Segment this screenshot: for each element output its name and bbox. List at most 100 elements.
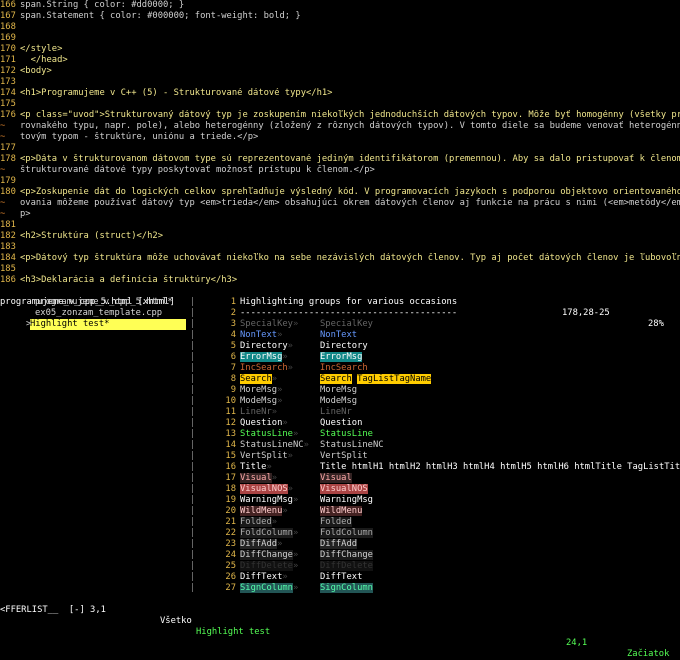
- highlight-group-row[interactable]: 7 IncSearch» IncSearch: [198, 363, 680, 374]
- highlight-sample-text: Search: [320, 374, 352, 384]
- code-line[interactable]: ~ rovnakého typu, napr. pole), alebo hete…: [0, 121, 680, 132]
- highlight-group-row[interactable]: 16 Title» Title htmlH1 htmlH2 htmlH3 htmlH…: [198, 462, 680, 473]
- line-text: rovnakého typu, napr. pole), alebo heter…: [20, 121, 680, 131]
- code-line[interactable]: 167 span.Statement { color: #000000; font…: [0, 11, 680, 22]
- split-bar-glyph: |: [190, 517, 196, 527]
- highlight-sample-text: DiffChange: [320, 550, 373, 560]
- code-line[interactable]: 168: [0, 22, 680, 33]
- highlight-group-name: FoldColumn»: [240, 528, 298, 539]
- code-line[interactable]: ~ štrukturované dátové typy poskytovať mo…: [0, 165, 680, 176]
- highlight-group-row[interactable]: 10 ModeMsg» ModeMsg: [198, 396, 680, 407]
- tab-marker-icon: »: [292, 319, 299, 329]
- highlight-group-row[interactable]: 17 Visual» Visual: [198, 473, 680, 484]
- line-number: 8: [230, 374, 236, 384]
- highlight-group-row[interactable]: 12 Question» Question: [198, 418, 680, 429]
- highlight-group-row[interactable]: 23 DiffAdd» DiffAdd: [198, 539, 680, 550]
- editor-bottom-pane[interactable]: programujeme_v_cpp_5.html* ex05_zonzam_te…: [0, 297, 680, 594]
- highlight-group-row[interactable]: 22 FoldColumn» FoldColumn: [198, 528, 680, 539]
- code-line[interactable]: 180 <p>Zoskupenie dát do logických celkov…: [0, 187, 680, 198]
- highlight-group-row[interactable]: 26 DiffText» DiffText: [198, 572, 680, 583]
- highlight-sample: NonText: [320, 330, 357, 341]
- buffer-list-item[interactable]: ex05_zonzam_template.cpp: [35, 308, 162, 319]
- split-bar-glyph: |: [190, 374, 196, 384]
- code-line[interactable]: 183: [0, 242, 680, 253]
- highlight-group-name: DiffDelete»: [240, 561, 298, 572]
- highlight-group-row[interactable]: 6 ErrorMsg» ErrorMsg: [198, 352, 680, 363]
- highlight-group-row[interactable]: 9 MoreMsg» MoreMsg: [198, 385, 680, 396]
- highlight-group-label: Search: [240, 374, 272, 384]
- line-text: span.Statement { color: #000000; font-we…: [20, 11, 301, 21]
- editor-top-pane[interactable]: 166 span.String { color: #dd0000; } 167 spa…: [0, 0, 680, 286]
- code-line[interactable]: 169: [0, 33, 680, 44]
- highlight-sample-text: SpecialKey: [320, 319, 373, 329]
- highlight-group-row[interactable]: 3 SpecialKey» SpecialKey: [198, 319, 680, 330]
- highlight-group-row[interactable]: 4 NonText» NonText: [198, 330, 680, 341]
- buffer-list-pane[interactable]: programujeme_v_cpp_5.html* ex05_zonzam_te…: [0, 297, 188, 594]
- highlight-sample-text: LineNr: [320, 407, 352, 417]
- highlight-test-pane[interactable]: 1 Highlighting groups for various occasio…: [198, 297, 680, 594]
- highlight-sample-text: WarningMsg: [320, 495, 373, 505]
- line-number: 7: [230, 363, 236, 373]
- code-line[interactable]: 170 </style>: [0, 44, 680, 55]
- code-line[interactable]: 176 <p class="uvod">Štrukturovaný dátový …: [0, 110, 680, 121]
- code-line[interactable]: 166 span.String { color: #dd0000; }: [0, 0, 680, 11]
- highlight-group-row[interactable]: 27 SignColumn» SignColumn: [198, 583, 680, 594]
- code-line[interactable]: 175: [0, 99, 680, 110]
- highlight-group-row[interactable]: 5 Directory» Directory: [198, 341, 680, 352]
- line-number: 1: [230, 297, 236, 307]
- highlight-group-row[interactable]: 19 WarningMsg» WarningMsg: [198, 495, 680, 506]
- highlight-group-row[interactable]: 25 DiffDelete» DiffDelete: [198, 561, 680, 572]
- highlight-group-row[interactable]: 24 DiffChange» DiffChange: [198, 550, 680, 561]
- code-line[interactable]: 178 <p>Dáta v štrukturovanom dátovom type…: [0, 154, 680, 165]
- highlight-sample: WarningMsg: [320, 495, 373, 506]
- code-line[interactable]: 181: [0, 220, 680, 231]
- split-bar-glyph: |: [190, 539, 196, 549]
- highlight-group-row[interactable]: 8 Search» Search TagListTagName: [198, 374, 680, 385]
- code-line[interactable]: 179: [0, 176, 680, 187]
- code-line[interactable]: 184 <p>Dátový typ štruktúra môže uchováva…: [0, 253, 680, 264]
- code-line[interactable]: ~ p>: [0, 209, 680, 220]
- line-number: 167: [0, 11, 16, 21]
- highlight-group-label: IncSearch: [240, 363, 288, 373]
- line-number: 4: [230, 330, 236, 340]
- code-line[interactable]: 177: [0, 143, 680, 154]
- line-text: tovým typom - štruktúre, uniónu a triede…: [20, 132, 259, 142]
- highlight-group-row[interactable]: 14 StatusLineNC» StatusLineNC: [198, 440, 680, 451]
- line-number: 14: [225, 440, 236, 450]
- code-line[interactable]: 171 </head>: [0, 55, 680, 66]
- buffer-list-item[interactable]: Highlight test*: [30, 319, 186, 330]
- code-line[interactable]: 172 <body>: [0, 66, 680, 77]
- highlight-sample-text: DiffText: [320, 572, 363, 582]
- tab-marker-icon: »: [303, 440, 309, 450]
- buffer-list-item[interactable]: programujeme_v_cpp_5.html*: [35, 297, 173, 308]
- code-line[interactable]: 182 <h2>Štruktúra (struct)</h2>: [0, 231, 680, 242]
- highlight-group-row[interactable]: 18 VisualNOS» VisualNOS: [198, 484, 680, 495]
- highlight-group-row[interactable]: 11 LineNr» LineNr: [198, 407, 680, 418]
- wrap-marker: ~: [0, 198, 6, 208]
- split-bar-glyph: |: [190, 506, 196, 516]
- highlight-group-name: StatusLineNC»: [240, 440, 309, 451]
- code-line[interactable]: 185: [0, 264, 680, 275]
- highlight-group-row[interactable]: 13 StatusLine» StatusLine: [198, 429, 680, 440]
- code-line[interactable]: 186 <h3>Deklarácia a definícia štruktúry<…: [0, 275, 680, 286]
- code-line[interactable]: 173: [0, 77, 680, 88]
- highlight-header-line[interactable]: 1 Highlighting groups for various occasio…: [198, 297, 680, 308]
- highlight-group-row[interactable]: 15 VertSplit» VertSplit: [198, 451, 680, 462]
- code-line[interactable]: 174 <h1>Programujeme v C++ (5) - Štruktur…: [0, 88, 680, 99]
- tab-marker-icon: »: [287, 341, 293, 351]
- highlight-sample: Directory: [320, 341, 368, 352]
- highlight-header-line[interactable]: 2 ---------------------------------------…: [198, 308, 680, 319]
- command-line[interactable]: [0, 605, 680, 616]
- code-line[interactable]: ~ ovania môžeme používať dátový typ <em>t…: [0, 198, 680, 209]
- split-bar-glyph: |: [190, 363, 196, 373]
- highlight-sample-text: FoldColumn: [320, 528, 373, 538]
- vertical-split[interactable]: | | | | | | | | | | | | | | | | | | | | | | | | | | |: [190, 297, 196, 594]
- highlight-group-row[interactable]: 21 Folded» Folded: [198, 517, 680, 528]
- code-line[interactable]: ~ tovým typom - štruktúre, uniónu a tried…: [0, 132, 680, 143]
- highlight-sample: ModeMsg: [320, 396, 357, 407]
- split-bar-glyph: |: [190, 451, 196, 461]
- line-number: 179: [0, 176, 16, 186]
- line-number: 16: [225, 462, 236, 472]
- highlight-sample: SpecialKey: [320, 319, 373, 330]
- highlight-group-row[interactable]: 20 WildMenu» WildMenu: [198, 506, 680, 517]
